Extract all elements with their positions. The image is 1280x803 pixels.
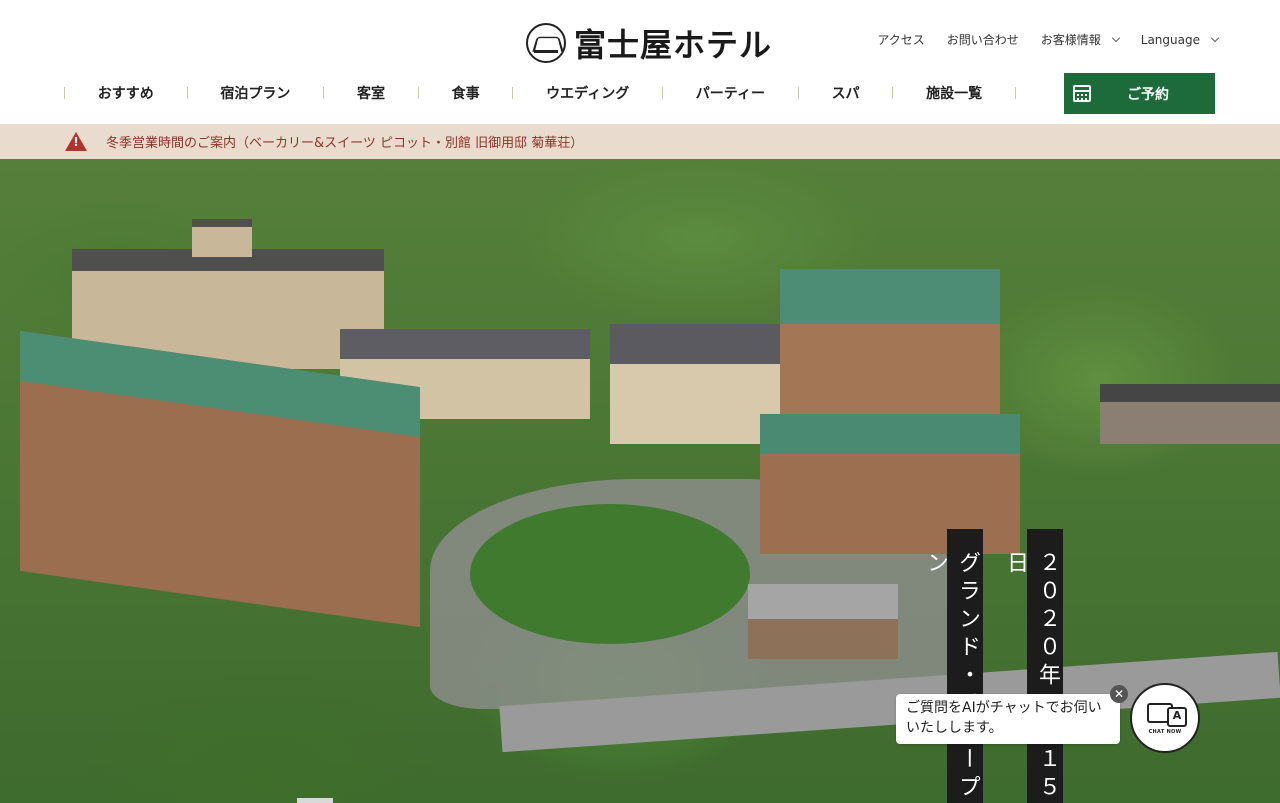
garden — [470, 504, 750, 644]
nav-divider — [1014, 87, 1016, 99]
nav-item-rooms[interactable]: 客室 — [324, 83, 418, 103]
nav-item-recommend[interactable]: おすすめ — [65, 83, 187, 103]
reserve-label: ご予約 — [1127, 86, 1169, 103]
close-icon[interactable]: ✕ — [1110, 685, 1128, 703]
chat-icon — [1145, 701, 1187, 727]
chat-now-button[interactable]: CHAT NOW — [1130, 683, 1200, 753]
utility-link-language[interactable]: Language — [1140, 31, 1220, 48]
notice-link[interactable]: 冬季営業時間のご案内（ベーカリー&スイーツ ピコット・別館 旧御用邸 菊華荘） — [106, 132, 583, 151]
utility-label: Language — [1140, 32, 1200, 47]
nav-item-facilities[interactable]: 施設一覧 — [893, 83, 1015, 103]
site-header: 富士屋ホテル アクセス お問い合わせ お客様情報 Language おすすめ 宿… — [0, 0, 1280, 124]
chevron-down-icon — [1210, 33, 1220, 42]
warning-icon — [65, 131, 87, 152]
chat-button-label: CHAT NOW — [1148, 729, 1182, 735]
utility-link-customer-info[interactable]: お客様情報 — [1040, 31, 1121, 48]
nav-item-spa[interactable]: スパ — [799, 83, 893, 103]
hero-banner-reopen: グランド・リオープン — [923, 529, 983, 803]
utility-label: アクセス — [877, 33, 925, 47]
reserve-button[interactable]: ご予約 — [1064, 73, 1215, 114]
parking-structure — [748, 584, 898, 659]
calendar-icon — [1073, 85, 1091, 102]
utility-label: お客様情報 — [1040, 33, 1101, 47]
global-nav: おすすめ 宿泊プラン 客室 食事 ウエディング パーティー スパ 施設一覧 — [64, 72, 1016, 114]
notice-bar: 冬季営業時間のご案内（ベーカリー&スイーツ ピコット・別館 旧御用邸 菊華荘） — [0, 124, 1280, 159]
utility-link-access[interactable]: アクセス — [877, 31, 924, 48]
scroll-indicator — [297, 798, 333, 803]
chevron-down-icon — [1111, 33, 1121, 42]
logo-text: 富士屋ホテル — [574, 26, 773, 64]
hero-banner-date: ２０２０年７月１５日 — [1003, 529, 1063, 803]
utility-label: お問い合わせ — [946, 33, 1019, 47]
distant-building — [1100, 384, 1280, 444]
nav-item-dining[interactable]: 食事 — [419, 83, 513, 103]
site-logo[interactable]: 富士屋ホテル — [526, 20, 772, 66]
chat-prompt-bubble[interactable]: ご質問をAIがチャットでお伺いいたしします。 — [896, 694, 1120, 744]
nav-item-wedding[interactable]: ウエディング — [513, 83, 662, 103]
nav-item-plans[interactable]: 宿泊プラン — [188, 83, 324, 103]
utility-nav: アクセス お問い合わせ お客様情報 Language — [877, 31, 1220, 48]
nav-item-party[interactable]: パーティー — [663, 83, 798, 103]
logo-emblem-icon — [526, 23, 566, 63]
utility-link-contact[interactable]: お問い合わせ — [947, 31, 1019, 48]
